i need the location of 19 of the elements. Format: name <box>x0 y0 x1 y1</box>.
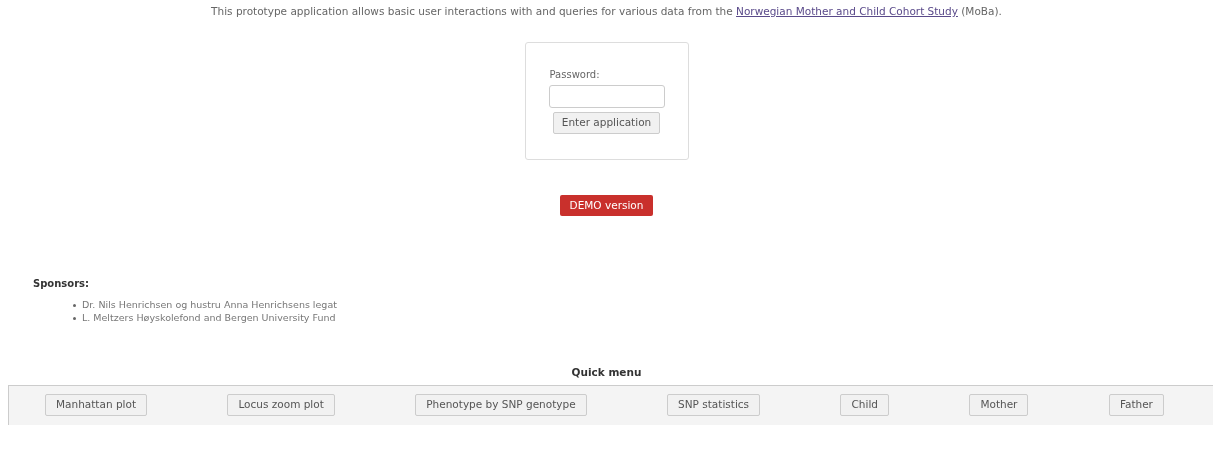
quick-menu-button[interactable]: Phenotype by SNP genotype <box>415 394 587 416</box>
sponsors-heading: Sponsors: <box>33 276 91 291</box>
intro-text: This prototype application allows basic user interactions with and queries for various data from the Norwegian Mother and Child Cohort Study (MoBa). <box>211 4 1002 19</box>
cohort-study-link[interactable]: Norwegian Mother and Child Cohort Study <box>736 5 958 17</box>
password-label: Password: <box>549 67 600 82</box>
bullet-icon <box>73 316 76 320</box>
sponsor-item: L. Meltzers Høyskolefond and Bergen University Fund <box>82 311 336 326</box>
quick-menu-button[interactable]: Father <box>1108 394 1164 416</box>
sponsor-item: Dr. Nils Henrichsen og hustru Anna Henrichsens legat <box>82 298 337 313</box>
quick-menu-button[interactable]: Locus zoom plot <box>227 394 335 416</box>
quick-menu-button[interactable]: SNP statistics <box>667 394 761 416</box>
bullet-icon <box>73 303 76 307</box>
quick-menu-button[interactable]: Mother <box>969 394 1029 416</box>
quick-menu-button[interactable]: Child <box>840 394 889 416</box>
quick-menu-title: Quick menu <box>571 364 642 380</box>
demo-badge: DEMO version <box>559 194 654 216</box>
enter-application-button[interactable]: Enter application <box>552 111 661 134</box>
quick-menu-button[interactable]: Manhattan plot <box>45 394 148 416</box>
password-field[interactable] <box>548 84 665 108</box>
